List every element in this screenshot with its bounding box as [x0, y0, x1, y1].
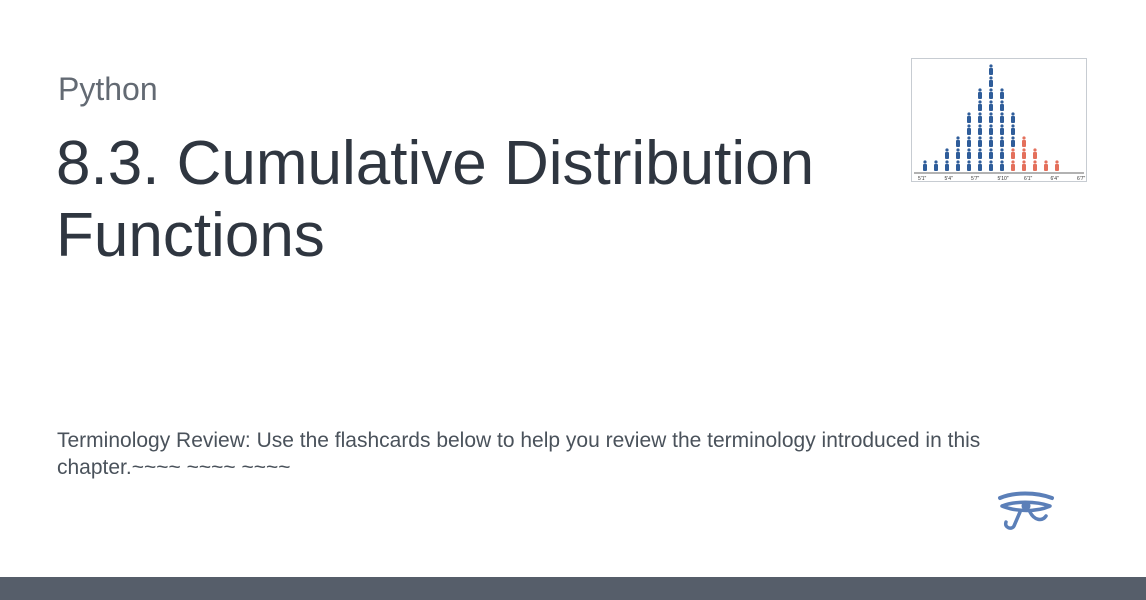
person-icon: [989, 100, 993, 111]
person-icon: [989, 160, 993, 171]
eye-of-horus-icon: [996, 490, 1056, 532]
person-icon: [1011, 136, 1015, 147]
person-icon: [1011, 124, 1015, 135]
thumbnail-image: 5'1" 5'4" 5'7" 5'10" 6'1" 6'4" 6'7": [911, 58, 1087, 182]
person-icon: [967, 112, 971, 123]
person-icon: [978, 88, 982, 99]
axis-tick-label: 6'7": [1077, 176, 1086, 181]
axis-tick-label: 5'7": [971, 176, 980, 181]
section-label: Python: [58, 71, 158, 107]
person-icon: [1000, 112, 1004, 123]
person-icon: [945, 148, 949, 159]
person-icon: [1011, 160, 1015, 171]
person-icon: [934, 160, 938, 171]
description-text: Terminology Review: Use the flashcards b…: [57, 429, 981, 479]
person-icon: [1000, 136, 1004, 147]
person-icon: [989, 76, 993, 87]
person-icon: [1000, 124, 1004, 135]
person-icon: [989, 148, 993, 159]
person-icon: [1011, 148, 1015, 159]
axis-tick-label: 6'1": [1024, 176, 1033, 181]
person-icon: [956, 136, 960, 147]
axis-tick-label: 5'10": [998, 176, 1009, 181]
person-icon: [989, 112, 993, 123]
person-icon: [978, 100, 982, 111]
footer-bar: [0, 577, 1146, 600]
person-icon: [978, 124, 982, 135]
person-icon: [978, 136, 982, 147]
person-icon: [967, 124, 971, 135]
person-icon: [1011, 112, 1015, 123]
person-icon: [1033, 160, 1037, 171]
person-icon: [967, 136, 971, 147]
person-icon: [967, 160, 971, 171]
person-icon: [967, 148, 971, 159]
person-icon: [1022, 136, 1026, 147]
person-icon: [978, 160, 982, 171]
person-icon: [923, 160, 927, 171]
person-icon: [989, 136, 993, 147]
axis-tick-label: 5'4": [945, 176, 954, 181]
person-icon: [1044, 160, 1048, 171]
axis-tick-label: 6'4": [1051, 176, 1060, 181]
person-icon: [945, 160, 949, 171]
person-icon: [1000, 88, 1004, 99]
person-icon: [989, 88, 993, 99]
person-icon: [989, 124, 993, 135]
person-icon: [978, 112, 982, 123]
person-icon: [1033, 148, 1037, 159]
person-icon: [1000, 160, 1004, 171]
height-distribution-illustration: 5'1" 5'4" 5'7" 5'10" 6'1" 6'4" 6'7": [914, 64, 1086, 181]
person-icon: [956, 148, 960, 159]
axis-tick-label: 5'1": [918, 176, 927, 181]
page-title: 8.3. Cumulative Distribution Functions: [56, 129, 815, 270]
person-icon: [978, 148, 982, 159]
person-icon: [989, 64, 993, 75]
person-icon: [1022, 160, 1026, 171]
person-icon: [956, 160, 960, 171]
person-icon: [1000, 148, 1004, 159]
person-icon: [1022, 148, 1026, 159]
person-icon: [1055, 160, 1059, 171]
person-icon: [1000, 100, 1004, 111]
